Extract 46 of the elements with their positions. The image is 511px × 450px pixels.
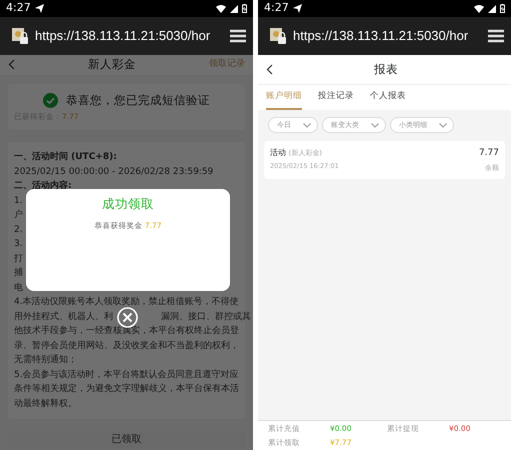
rule-text: 捕 bbox=[14, 266, 23, 280]
chevron-down-icon bbox=[439, 122, 447, 128]
wifi-icon bbox=[474, 4, 484, 12]
battery-icon bbox=[500, 4, 505, 13]
rule-text: 二、活动内容: bbox=[14, 179, 72, 193]
rule-text: 2. bbox=[14, 224, 23, 236]
claim-history-link[interactable]: 领取记录 bbox=[209, 58, 245, 72]
rule-text: 户 bbox=[14, 208, 23, 222]
rule-text: 4.本活动仅限账号本人领取奖励，禁止租借账号，不得使 bbox=[14, 296, 239, 309]
status-time: 4:27 bbox=[6, 0, 31, 16]
chevron-down-icon bbox=[371, 122, 379, 128]
rule-text: 电 bbox=[14, 282, 23, 294]
signal-icon bbox=[230, 4, 238, 12]
rule-text: 无需特别通知； bbox=[14, 354, 77, 367]
verification-message: 恭喜您，您已完成短信验证 bbox=[66, 92, 210, 108]
rule-text: 录、暂停会员使用网站、及没收奖金和不当盈利的权利， bbox=[14, 340, 239, 352]
battery-icon bbox=[242, 4, 247, 13]
site-lock-icon bbox=[12, 28, 29, 44]
page-title: 新人彩金 bbox=[88, 56, 136, 74]
check-icon bbox=[43, 92, 58, 108]
back-icon[interactable] bbox=[266, 64, 273, 75]
menu-icon[interactable] bbox=[229, 29, 247, 43]
rule-text: 用外挂程式、机器人、利 bbox=[14, 310, 113, 324]
record-amount: 7.77 bbox=[478, 147, 499, 160]
rule-text: 漏洞、接口、群控或其 bbox=[161, 310, 251, 324]
send-icon bbox=[34, 4, 44, 13]
rule-text: 5.会员参与该活动时，本平台将默认会员同意且遵守对应 bbox=[14, 368, 239, 382]
rule-text: 2025/02/15 00:00:00 - 2026/02/28 23:59:59 bbox=[14, 166, 214, 178]
dialog-title: 成功领取 bbox=[101, 195, 155, 213]
signal-icon bbox=[488, 4, 496, 12]
rule-text: 一、活动时间 (UTC+8): bbox=[14, 150, 117, 164]
tab[interactable]: 个人报表 bbox=[370, 85, 406, 110]
site-lock-icon bbox=[270, 28, 287, 44]
tab[interactable]: 账户明细 bbox=[266, 85, 302, 110]
rule-text: 动最终解释权。 bbox=[14, 398, 77, 410]
chevron-down-icon bbox=[303, 122, 311, 128]
page-title: 报表 bbox=[374, 60, 398, 78]
menu-icon[interactable] bbox=[487, 29, 505, 43]
status-time: 4:27 bbox=[264, 0, 289, 16]
tab[interactable]: 投注记录 bbox=[318, 85, 354, 110]
send-icon bbox=[292, 4, 302, 13]
rule-text: 3. bbox=[14, 238, 23, 251]
rule-text: 打 bbox=[14, 252, 23, 266]
rule-text: 1. bbox=[14, 194, 23, 208]
wifi-icon bbox=[216, 4, 226, 12]
rule-text: 条件等相关规定，为避免文字理解歧义，本平台保有本活 bbox=[14, 382, 239, 396]
